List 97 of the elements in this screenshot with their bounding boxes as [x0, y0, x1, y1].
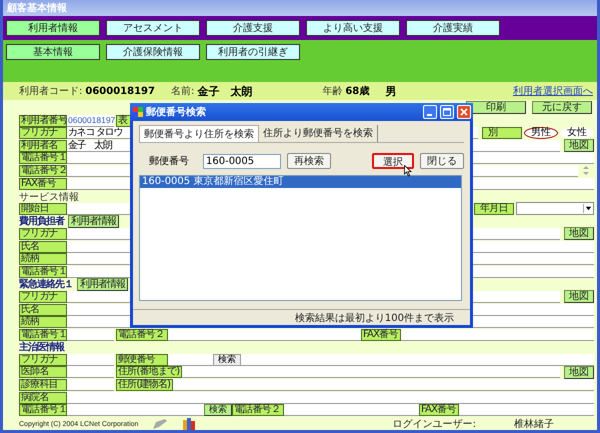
text-field[interactable]	[173, 379, 594, 392]
code-label: 利用者コード:	[19, 84, 82, 98]
field-label: 住所(番地まで)	[116, 366, 182, 378]
user-select-link[interactable]: 利用者選択画面へ	[513, 84, 593, 98]
map-button[interactable]: 地図	[564, 227, 594, 240]
text-field[interactable]	[67, 392, 594, 404]
user-sex: 男	[385, 84, 396, 98]
field-label: 電話番号１	[19, 266, 67, 278]
books-icon[interactable]	[182, 418, 196, 430]
nav-tab[interactable]: 利用者情報	[6, 20, 100, 36]
zip-label: 郵便番号	[149, 154, 189, 168]
search-button[interactable]: 検索	[213, 354, 241, 366]
close-dialog-button[interactable]: 閉じる	[420, 153, 464, 169]
field-label: 続柄	[19, 316, 67, 328]
select-button[interactable]: 選択	[372, 153, 414, 169]
field-label: 開始日	[19, 202, 67, 215]
scrollbar-drawing[interactable]	[582, 165, 590, 176]
text-field[interactable]	[241, 354, 594, 366]
maximize-icon	[443, 108, 451, 116]
gender-option[interactable]: 女性	[560, 127, 594, 140]
field-label: フリガナ	[19, 127, 67, 140]
field-label: 電話番号１	[19, 152, 67, 164]
field-label: 電話番号１	[19, 328, 67, 341]
zip-field[interactable]: 160-0005	[203, 154, 281, 168]
window-title: 顧客基本情報	[7, 1, 67, 15]
section-heading: 費用負担者	[19, 214, 64, 228]
status-text: 検索結果は最初より100件まで表示	[294, 312, 454, 324]
research-button[interactable]: 再検索	[287, 153, 331, 169]
field-label: FAX番号	[419, 404, 459, 416]
field-label: FAX番号	[19, 178, 67, 190]
date-dropdown[interactable]	[516, 202, 594, 216]
text-field[interactable]	[284, 404, 419, 416]
text-field[interactable]	[459, 404, 594, 416]
field-label: 住所(建物名)	[116, 379, 174, 392]
search-button[interactable]: 検索	[204, 404, 232, 416]
text-field[interactable]	[67, 366, 114, 378]
section-label: サービス情報	[19, 190, 79, 204]
field-label: 診療科目	[19, 379, 67, 392]
result-item[interactable]: 160-0005 東京都新宿区愛住町	[140, 176, 461, 188]
field-label: 電話番号２	[232, 404, 284, 416]
field-label: FAX番号	[361, 328, 401, 341]
section-heading: 主治医情報	[19, 340, 64, 354]
sub-tab[interactable]: 利用者の引継ぎ	[206, 44, 300, 60]
field-label: 電話番号２	[116, 328, 168, 341]
field-label: 郵便番号	[116, 354, 168, 366]
text-field[interactable]: 0600018197	[67, 114, 114, 127]
action-button[interactable]: 元に戻す	[532, 101, 592, 114]
copy-button[interactable]: 利用者情報	[77, 278, 128, 291]
login-label: ログインユーザー:	[392, 418, 476, 430]
minimize-button[interactable]	[423, 105, 437, 119]
action-button[interactable]: 印刷	[466, 101, 526, 114]
user-age: 68歳	[345, 84, 370, 98]
age-label: 年齢	[322, 84, 342, 98]
nav-tab[interactable]: より高い支援	[306, 20, 400, 36]
app-icon	[133, 107, 143, 117]
field-label: 年月日	[474, 202, 514, 215]
dialog-tab[interactable]: 郵便番号より住所を検索	[139, 125, 259, 142]
field-label: 電話番号２	[19, 164, 67, 177]
map-button[interactable]: 地図	[564, 139, 594, 152]
nav-tab[interactable]: 介護支援	[206, 20, 300, 36]
text-field[interactable]	[401, 328, 594, 341]
map-button[interactable]: 地図	[564, 290, 594, 304]
text-field[interactable]	[67, 404, 204, 416]
name-label: 名前:	[170, 85, 194, 98]
field-label: フリガナ	[19, 290, 67, 303]
copy-button[interactable]: 利用者情報	[68, 214, 119, 228]
sub-tab[interactable]: 介護保険情報	[106, 44, 200, 60]
gender-option[interactable]: 男性	[524, 127, 558, 140]
user-name: 金子 太朗	[197, 84, 252, 98]
text-field[interactable]	[67, 379, 114, 392]
field-label: 病院名	[19, 392, 67, 404]
field-label: フリガナ	[19, 354, 67, 366]
field-label: 別	[482, 127, 522, 140]
field-label: 利用者名	[19, 140, 67, 152]
text-field[interactable]	[67, 328, 114, 341]
text-field[interactable]	[168, 354, 213, 366]
sub-tab[interactable]: 基本情報	[6, 44, 100, 60]
field-label: 氏名	[19, 304, 67, 316]
section-heading: 緊急連絡先１	[19, 278, 73, 292]
field-label: 続柄	[19, 253, 67, 266]
user-code: 0600018197	[85, 86, 155, 96]
dialog-tab[interactable]: 住所より郵便番号を検索	[259, 125, 378, 142]
map-button[interactable]: 地図	[564, 366, 594, 379]
nav-tab[interactable]: アセスメント	[106, 20, 200, 36]
close-button[interactable]	[457, 105, 471, 119]
field-label: 電話番号１	[19, 404, 67, 416]
field-label: 医師名	[19, 366, 67, 378]
text-field[interactable]	[67, 354, 114, 366]
field-label: 氏名	[19, 240, 67, 253]
dropdown-arrow-icon	[583, 204, 593, 214]
close-icon	[460, 108, 468, 116]
maximize-button[interactable]	[440, 105, 454, 119]
field-label: フリガナ	[19, 228, 67, 240]
text-field[interactable]	[182, 366, 560, 378]
login-user: 椎林緒子	[514, 418, 554, 430]
nav-tab[interactable]: 介護実績	[406, 20, 500, 36]
text-field[interactable]	[168, 328, 361, 341]
